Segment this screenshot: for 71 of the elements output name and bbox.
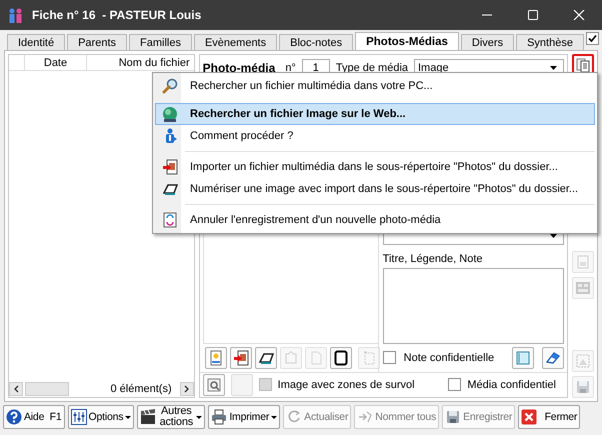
eraser-button[interactable] bbox=[542, 346, 564, 369]
options-button[interactable]: Options bbox=[68, 405, 134, 429]
import-icon bbox=[162, 159, 178, 175]
help-button[interactable]: Aide F1 bbox=[3, 405, 65, 429]
print-button[interactable]: Imprimer bbox=[208, 405, 280, 429]
close-button[interactable]: Fermer bbox=[518, 405, 580, 429]
printer-icon bbox=[211, 409, 228, 425]
tool-button[interactable] bbox=[254, 346, 277, 369]
refresh-icon bbox=[286, 409, 302, 425]
tool-button[interactable] bbox=[230, 346, 252, 369]
frame-icon bbox=[332, 350, 349, 366]
menu-item[interactable]: Comment procéder ? bbox=[155, 125, 595, 147]
image-file-icon bbox=[208, 350, 224, 366]
magnifier-icon bbox=[162, 78, 178, 94]
tab[interactable]: Photos-Médias bbox=[355, 32, 459, 51]
puzzle-icon bbox=[282, 350, 299, 366]
checkbox[interactable] bbox=[382, 351, 396, 364]
close-icon bbox=[573, 10, 585, 20]
cycle-document-icon bbox=[162, 212, 178, 228]
gallery-icon bbox=[575, 280, 591, 296]
column-header[interactable]: Nom du fichier bbox=[87, 55, 194, 70]
checkbox-label: Image avec zones de survol bbox=[278, 378, 415, 391]
maximize-icon bbox=[527, 10, 539, 20]
actions-button[interactable]: Autres actions bbox=[137, 405, 206, 429]
section-title: Photo-média bbox=[202, 60, 276, 75]
sliders-icon bbox=[70, 409, 87, 425]
chevron-left-icon bbox=[12, 385, 20, 393]
tab[interactable]: Divers bbox=[460, 34, 514, 50]
caption-field[interactable] bbox=[382, 268, 564, 344]
rename-icon bbox=[357, 409, 374, 425]
menu-item[interactable]: Importer un fichier multimédia dans le sous-répertoire "Photos" du dossier... bbox=[155, 156, 595, 178]
zoom-button[interactable] bbox=[202, 374, 225, 396]
list-icon bbox=[575, 254, 591, 270]
media-type-label: Type de média bbox=[336, 62, 408, 74]
floppy-icon bbox=[445, 409, 462, 425]
tab[interactable]: Synthèse bbox=[516, 34, 584, 50]
tab[interactable]: Parents bbox=[67, 34, 128, 50]
checkbox-label: Média confidentiel bbox=[467, 378, 556, 391]
window-title: Fiche n° 16 - PASTEUR Louis bbox=[32, 8, 202, 22]
column-header[interactable]: Date bbox=[25, 55, 87, 70]
tab[interactable]: Familles bbox=[129, 34, 192, 50]
tab[interactable]: Identité bbox=[7, 34, 66, 50]
close-icon bbox=[521, 409, 538, 425]
people-icon bbox=[8, 7, 24, 23]
checkbox[interactable] bbox=[448, 378, 462, 392]
number-label: n° bbox=[285, 62, 296, 74]
eraser-icon bbox=[545, 350, 561, 366]
caption-label: Titre, Légende, Note bbox=[382, 252, 484, 265]
tab[interactable]: Bloc-notes bbox=[279, 34, 354, 50]
globe-icon bbox=[162, 106, 178, 122]
menu-item[interactable]: Numériser une image avec import dans le sous-répertoire "Photos" du dossier... bbox=[155, 178, 595, 200]
image-select-icon bbox=[575, 353, 591, 369]
caret-icon bbox=[550, 66, 557, 70]
scrollbar-thumb[interactable] bbox=[25, 382, 69, 396]
floppy-icon bbox=[575, 379, 591, 395]
tab[interactable]: Evènements bbox=[194, 34, 278, 50]
checkbox-label: Note confidentielle bbox=[404, 352, 494, 364]
tool-button[interactable] bbox=[330, 346, 352, 369]
menu-item[interactable]: Rechercher un fichier multimédia dans votre PC... bbox=[155, 75, 595, 97]
menu-item[interactable]: Rechercher un fichier Image sur le Web... bbox=[155, 103, 595, 125]
scroll-right-button[interactable] bbox=[180, 382, 194, 396]
clapperboard-icon bbox=[140, 409, 156, 425]
menu-item[interactable]: Annuler l'enregistrement d'un nouvelle photo-média bbox=[155, 209, 595, 231]
item-count: 0 élément(s) bbox=[110, 383, 173, 395]
help-icon bbox=[6, 409, 22, 425]
scroll-left-button[interactable] bbox=[9, 382, 23, 396]
checkbox[interactable] bbox=[586, 32, 599, 45]
image-zoom-icon bbox=[206, 376, 222, 393]
import-icon bbox=[232, 350, 249, 366]
panel-icon bbox=[515, 350, 531, 366]
chevron-right-icon bbox=[183, 385, 190, 393]
